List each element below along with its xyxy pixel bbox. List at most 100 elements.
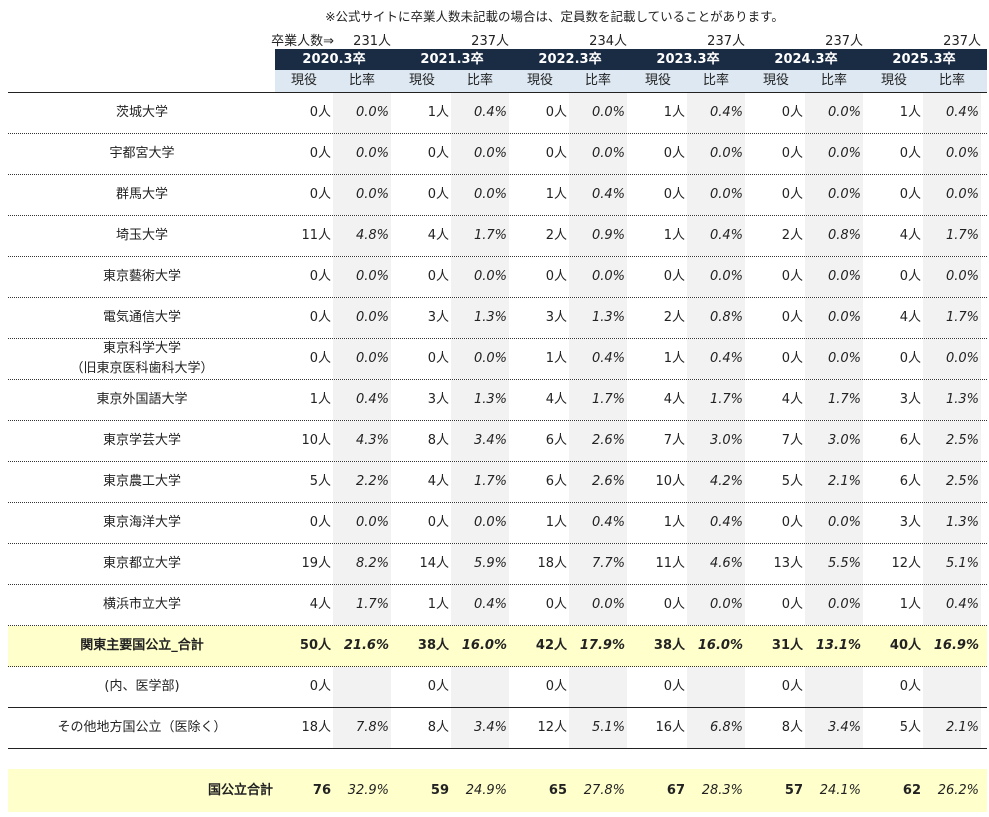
count-cell: 1人	[663, 351, 685, 366]
count-cell: 19人	[301, 556, 331, 571]
university-name: 宇都宮大学	[8, 134, 276, 174]
count-cell: 0人	[309, 187, 331, 202]
count-cell: 0人	[899, 351, 921, 366]
grand-total-count: 62	[902, 783, 921, 798]
graduates-count: 234人	[589, 34, 627, 49]
count-cell: 18人	[301, 720, 331, 735]
count-cell: 0人	[899, 187, 921, 202]
year-header: 2022.3卒	[538, 52, 602, 67]
rate-cell: 0.0%	[827, 105, 861, 120]
count-cell: 0人	[663, 679, 685, 694]
rate-cell: 2.6%	[591, 474, 625, 489]
grand-total-rate: 26.2%	[937, 783, 979, 798]
count-cell: 3人	[545, 310, 567, 325]
rate-cell: 1.7%	[473, 228, 507, 243]
count-cell: 1人	[899, 597, 921, 612]
count-cell: 0人	[309, 679, 331, 694]
count-cell: 0人	[309, 310, 331, 325]
graduates-label: 卒業人数⇒	[271, 34, 334, 49]
count-cell: 4人	[309, 597, 331, 612]
grand-total-count: 59	[430, 783, 449, 798]
count-cell: 0人	[781, 597, 803, 612]
rate-cell: 0.9%	[591, 228, 625, 243]
footnote: ※公式サイトに卒業人数未記載の場合は、定員数を記載していることがあります。	[325, 9, 784, 24]
count-cell: 1人	[663, 105, 685, 120]
count-cell: 40人	[889, 638, 921, 653]
rate-cell: 2.2%	[355, 474, 389, 489]
count-cell: 10人	[301, 433, 331, 448]
grand-total-row: 国公立合計 76 32.9% 59 24.9% 65 27.8% 67 28.3% 57 24.1%…	[8, 769, 987, 812]
rate-cell: 0.0%	[709, 269, 743, 284]
rate-cell: 0.0%	[591, 269, 625, 284]
count-cell: 8人	[781, 720, 803, 735]
count-cell: 1人	[545, 187, 567, 202]
subheader-count: 現役	[290, 73, 317, 88]
rate-cell: 6.8%	[709, 720, 743, 735]
university-name: 東京藝術大学	[8, 257, 276, 297]
count-cell: 0人	[663, 597, 685, 612]
count-cell: 4人	[427, 474, 449, 489]
grand-total-count: 65	[548, 783, 567, 798]
count-cell: 16人	[655, 720, 685, 735]
count-cell: 1人	[545, 515, 567, 530]
grand-total-rate: 32.9%	[347, 783, 389, 798]
count-cell: 4人	[781, 392, 803, 407]
rate-cell: 7.7%	[591, 556, 625, 571]
rate-cell-bg	[569, 667, 627, 707]
table-row: 東京科学大学 （旧東京医科歯科大学） 0人 0.0% 0人 0.0% 1人 0.4% 1人 0.4…	[8, 339, 987, 380]
university-name: 茨城大学	[8, 93, 276, 133]
rate-cell-bg	[923, 667, 981, 707]
rate-cell-bg	[687, 667, 745, 707]
count-cell: 4人	[545, 392, 567, 407]
count-cell: 42人	[535, 638, 567, 653]
university-name-line: (内、医学部)	[104, 679, 180, 694]
rate-cell: 1.3%	[945, 392, 979, 407]
count-cell: 0人	[781, 310, 803, 325]
rate-cell: 0.0%	[355, 515, 389, 530]
grand-total-rate: 24.1%	[819, 783, 861, 798]
count-cell: 0人	[663, 187, 685, 202]
rate-cell: 2.5%	[945, 433, 979, 448]
grand-total-count: 57	[784, 783, 803, 798]
rate-cell: 0.0%	[355, 269, 389, 284]
table-row: 関東主要国公立_合計 50人 21.6% 38人 16.0% 42人 17.9% 38人 16.…	[8, 626, 987, 667]
count-cell: 1人	[309, 392, 331, 407]
count-cell: 4人	[899, 310, 921, 325]
rate-cell: 0.0%	[945, 146, 979, 161]
rate-cell: 16.9%	[933, 638, 979, 653]
rate-cell: 0.4%	[945, 597, 979, 612]
university-name: 東京海洋大学	[8, 503, 276, 543]
rate-cell: 3.4%	[827, 720, 861, 735]
count-cell: 1人	[663, 515, 685, 530]
table-row: 東京外国語大学 1人 0.4% 3人 1.3% 4人 1.7% 4人 1.7% 4人 1.7% 3人 1…	[8, 380, 987, 421]
grand-total-rate: 27.8%	[583, 783, 625, 798]
subheader-rate: 比率	[584, 73, 611, 88]
rate-cell: 3.4%	[473, 720, 507, 735]
year-header: 2024.3卒	[774, 52, 838, 67]
rate-cell: 0.4%	[591, 515, 625, 530]
grand-total-rate: 24.9%	[465, 783, 507, 798]
subheader-rate: 比率	[938, 73, 965, 88]
subheader-count: 現役	[526, 73, 553, 88]
count-cell: 0人	[309, 105, 331, 120]
rate-cell: 4.3%	[355, 433, 389, 448]
count-cell: 4人	[899, 228, 921, 243]
university-name: 東京科学大学 （旧東京医科歯科大学）	[8, 339, 276, 379]
rate-cell: 0.4%	[709, 105, 743, 120]
subheader-count: 現役	[408, 73, 435, 88]
count-cell: 0人	[781, 146, 803, 161]
subheader-rate: 比率	[702, 73, 729, 88]
count-cell: 6人	[545, 433, 567, 448]
subheader-bar: 現役 比率 現役 比率 現役 比率 現役 比率 現役 比率 現役 比率	[275, 70, 987, 92]
university-name-line: 埼玉大学	[115, 228, 168, 243]
rate-cell: 0.8%	[709, 310, 743, 325]
grand-total-count: 76	[312, 783, 331, 798]
rate-cell: 0.4%	[591, 187, 625, 202]
table-row: 埼玉大学 11人 4.8% 4人 1.7% 2人 0.9% 1人 0.4% 2人 0.8% 4人 1.7…	[8, 216, 987, 257]
university-name: 東京外国語大学	[8, 380, 276, 420]
rate-cell: 1.7%	[591, 392, 625, 407]
rate-cell: 0.4%	[473, 597, 507, 612]
year-header: 2023.3卒	[656, 52, 720, 67]
rate-cell: 0.0%	[709, 146, 743, 161]
table-row: 東京都立大学 19人 8.2% 14人 5.9% 18人 7.7% 11人 4.6% 13人 5.5…	[8, 544, 987, 585]
